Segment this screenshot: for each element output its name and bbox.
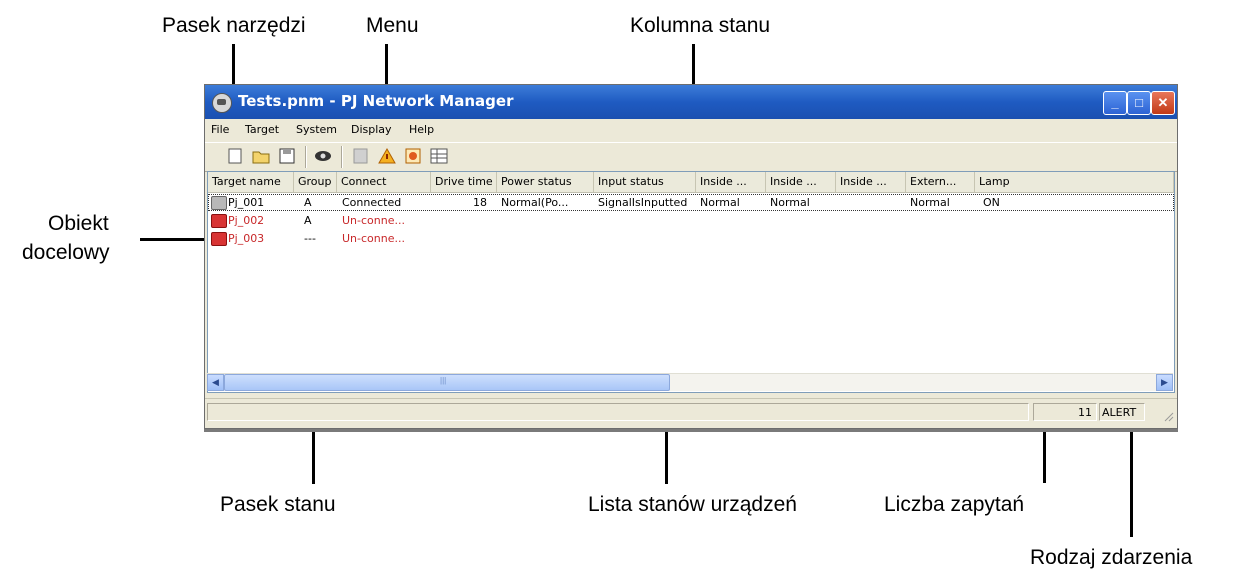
scroll-left-button[interactable]: ◀ [207, 374, 224, 391]
cell-power-status: Normal(Po... [501, 196, 569, 209]
query-count-panel: 11 [1033, 403, 1097, 421]
app-icon [212, 93, 232, 113]
table-row[interactable]: Pj_002 A Un-conne... [208, 212, 1174, 229]
menu-bar: File Target System Display Help [205, 119, 1177, 141]
column-header-extern[interactable]: Extern... [906, 172, 975, 192]
close-button[interactable]: ✕ [1151, 91, 1175, 115]
blank-icon[interactable] [351, 147, 371, 165]
menu-display[interactable]: Display [351, 123, 392, 136]
column-header-inside-1[interactable]: Inside ... [696, 172, 766, 192]
cell-inside-1: Normal [700, 196, 740, 209]
column-header-lamp[interactable]: Lamp [975, 172, 1174, 192]
cell-connect: Un-conne... [342, 214, 405, 227]
callout-toolbar: Pasek narzędzi [162, 14, 306, 37]
view-icon[interactable] [313, 147, 333, 165]
window-title: Tests.pnm - PJ Network Manager [238, 92, 514, 110]
callout-target-object-2: docelowy [22, 241, 110, 264]
app-window: Tests.pnm - PJ Network Manager _ □ ✕ Fil… [204, 84, 1178, 429]
column-header-group[interactable]: Group [294, 172, 337, 192]
query-count-value: 11 [1078, 406, 1092, 419]
minimize-button[interactable]: _ [1103, 91, 1127, 115]
column-header-inside-2[interactable]: Inside ... [766, 172, 836, 192]
device-status-list[interactable]: Target name Group Connect Drive time Pow… [207, 171, 1175, 393]
cell-extern: Normal [910, 196, 950, 209]
event-type-value: ALERT [1102, 406, 1137, 419]
column-header-input-status[interactable]: Input status [594, 172, 696, 192]
projector-icon [211, 196, 227, 210]
cell-lamp: ON [983, 196, 1000, 209]
save-icon[interactable] [277, 147, 297, 165]
table-row[interactable]: Pj_003 --- Un-conne... [208, 230, 1174, 247]
list-header: Target name Group Connect Drive time Pow… [208, 172, 1174, 193]
status-panel-main [207, 403, 1029, 421]
projector-error-icon [211, 232, 227, 246]
callout-status-column: Kolumna stanu [630, 14, 771, 37]
cell-group: --- [304, 232, 316, 245]
toolbar-separator-2 [341, 146, 343, 168]
column-header-inside-3[interactable]: Inside ... [836, 172, 906, 192]
projector-error-icon [211, 214, 227, 228]
maximize-button[interactable]: □ [1127, 91, 1151, 115]
menu-system[interactable]: System [296, 123, 337, 136]
open-icon[interactable] [251, 147, 271, 165]
callout-query-count: Liczba zapytań [884, 493, 1025, 516]
callout-target-object: Obiekt [48, 212, 109, 236]
warning-icon[interactable] [377, 147, 397, 165]
column-header-drive-time[interactable]: Drive time [431, 172, 497, 192]
column-header-target-name[interactable]: Target name [208, 172, 294, 192]
toolbar-separator [305, 146, 307, 168]
scrollbar-grip: ||| [440, 376, 447, 385]
title-bar[interactable]: Tests.pnm - PJ Network Manager _ □ ✕ [205, 85, 1177, 119]
callout-menu: Menu [366, 14, 419, 37]
toolbar [205, 142, 1177, 172]
horizontal-scrollbar[interactable]: ◀ ||| ▶ [207, 373, 1173, 391]
cell-group: A [304, 214, 312, 227]
cell-input-status: SignalIsInputted [598, 196, 688, 209]
cell-target-name: Pj_003 [228, 232, 265, 245]
cell-target-name: Pj_002 [228, 214, 265, 227]
callout-target-object-line1: Obiekt [48, 212, 109, 235]
callout-line-event-type [1130, 415, 1133, 537]
menu-target[interactable]: Target [245, 123, 279, 136]
column-header-power-status[interactable]: Power status [497, 172, 594, 192]
cell-inside-2: Normal [770, 196, 810, 209]
cell-drive-time: 18 [473, 196, 487, 209]
callout-event-type: Rodzaj zdarzenia [1030, 546, 1193, 569]
event-type-panel: ALERT [1099, 403, 1145, 421]
menu-help[interactable]: Help [409, 123, 434, 136]
grid-icon[interactable] [429, 147, 449, 165]
cell-connect: Connected [342, 196, 402, 209]
alert-icon[interactable] [403, 147, 423, 165]
callout-device-status-list: Lista stanów urządzeń [588, 493, 797, 516]
scroll-right-button[interactable]: ▶ [1156, 374, 1173, 391]
column-header-connect[interactable]: Connect [337, 172, 431, 192]
cell-connect: Un-conne... [342, 232, 405, 245]
status-bar: 11 ALERT [205, 398, 1177, 427]
resize-grip-icon[interactable] [1162, 409, 1174, 422]
cell-target-name: Pj_001 [228, 196, 265, 209]
menu-file[interactable]: File [211, 123, 229, 136]
scrollbar-thumb[interactable]: ||| [224, 374, 670, 391]
callout-status-bar: Pasek stanu [220, 493, 336, 516]
new-icon[interactable] [225, 147, 245, 165]
cell-group: A [304, 196, 312, 209]
table-row[interactable]: Pj_001 A Connected 18 Normal(Po... Signa… [208, 194, 1174, 211]
